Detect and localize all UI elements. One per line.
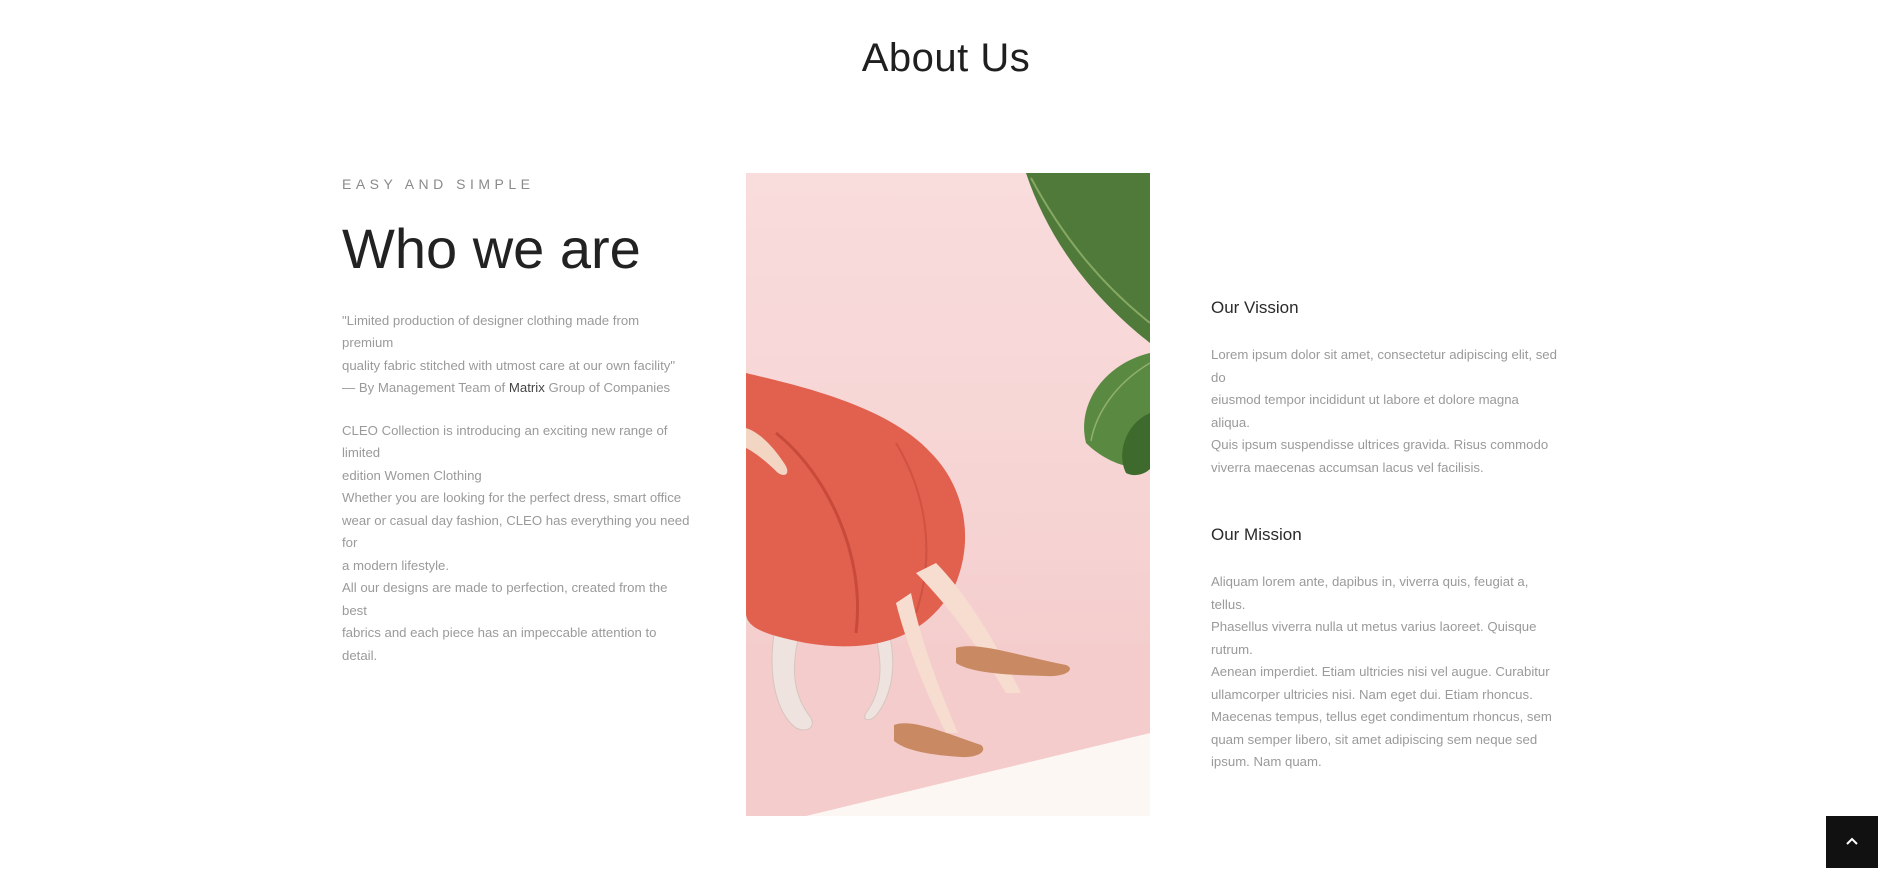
vision-line: eiusmod tempor incididunt ut labore et d…: [1211, 392, 1519, 430]
vision-block: Our Vission Lorem ipsum dolor sit amet, …: [1211, 298, 1561, 479]
intro-line: Whether you are looking for the perfect …: [342, 490, 682, 506]
who-heading: Who we are: [342, 217, 641, 280]
intro-line: edition Women Clothing: [342, 467, 482, 483]
quote-line: "Limited production of designer clothing…: [342, 312, 640, 351]
vision-text: Lorem ipsum dolor sit amet, consectetur …: [1211, 344, 1561, 479]
vision-title: Our Vission: [1211, 298, 1299, 317]
byline: — By Management Team of Matrix Group of …: [342, 377, 692, 400]
quote-line: quality fabric stitched with utmost care…: [342, 357, 676, 373]
mission-line: Maecenas tempus, tellus eget condimentum…: [1211, 709, 1552, 724]
leaf-shape: [1026, 173, 1150, 343]
byline-suffix: Group of Companies: [544, 380, 671, 396]
vision-line: Quis ipsum suspendisse ultrices gravida.…: [1211, 437, 1549, 452]
mission-line: Aenean imperdiet. Etiam ultricies nisi v…: [1211, 664, 1550, 679]
byline-prefix: — By Management Team of: [342, 380, 509, 396]
intro-line: a modern lifestyle.: [342, 557, 450, 573]
intro-line: CLEO Collection is introducing an exciti…: [342, 422, 668, 461]
mission-title: Our Mission: [1211, 525, 1302, 544]
mission-line: quam semper libero, sit amet adipiscing …: [1211, 731, 1538, 747]
intro-line: fabrics and each piece has an impeccable…: [342, 625, 657, 663]
mission-block: Our Mission Aliquam lorem ante, dapibus …: [1211, 525, 1561, 774]
vision-line: viverra maecenas accumsan lacus vel faci…: [1211, 459, 1484, 475]
vision-mission-section: Our Vission Lorem ipsum dolor sit amet, …: [1211, 298, 1561, 774]
quote-text: "Limited production of designer clothing…: [342, 310, 692, 400]
vision-line: Lorem ipsum dolor sit amet, consectetur …: [1211, 347, 1557, 385]
intro-text: CLEO Collection is introducing an exciti…: [342, 420, 692, 668]
who-we-are-section: EASY AND SIMPLE Who we are "Limited prod…: [342, 176, 692, 667]
dress-shape: [746, 373, 966, 647]
eyebrow-text: EASY AND SIMPLE: [342, 176, 535, 192]
page-title: About Us: [861, 36, 1031, 80]
intro-line: All our designs are made to perfection, …: [342, 580, 668, 618]
mission-line: Aliquam lorem ante, dapibus in, viverra …: [1211, 574, 1529, 612]
fashion-illustration: [746, 173, 1150, 816]
back-to-top-button[interactable]: [1826, 816, 1878, 868]
mission-line: ipsum. Nam quam.: [1211, 754, 1322, 769]
fashion-photo: [746, 173, 1150, 816]
mission-line: Phasellus viverra nulla ut metus varius …: [1211, 619, 1537, 657]
chevron-up-icon: [1846, 837, 1858, 845]
about-page: About Us EASY AND SIMPLE Who we are "Lim…: [0, 0, 1892, 877]
intro-line: wear or casual day fashion, CLEO has eve…: [342, 512, 690, 551]
mission-text: Aliquam lorem ante, dapibus in, viverra …: [1211, 571, 1561, 774]
mission-line: ullamcorper ultricies nisi. Nam eget dui…: [1211, 686, 1533, 702]
plant-leaves: [1026, 173, 1150, 476]
byline-brand: Matrix: [508, 380, 545, 396]
